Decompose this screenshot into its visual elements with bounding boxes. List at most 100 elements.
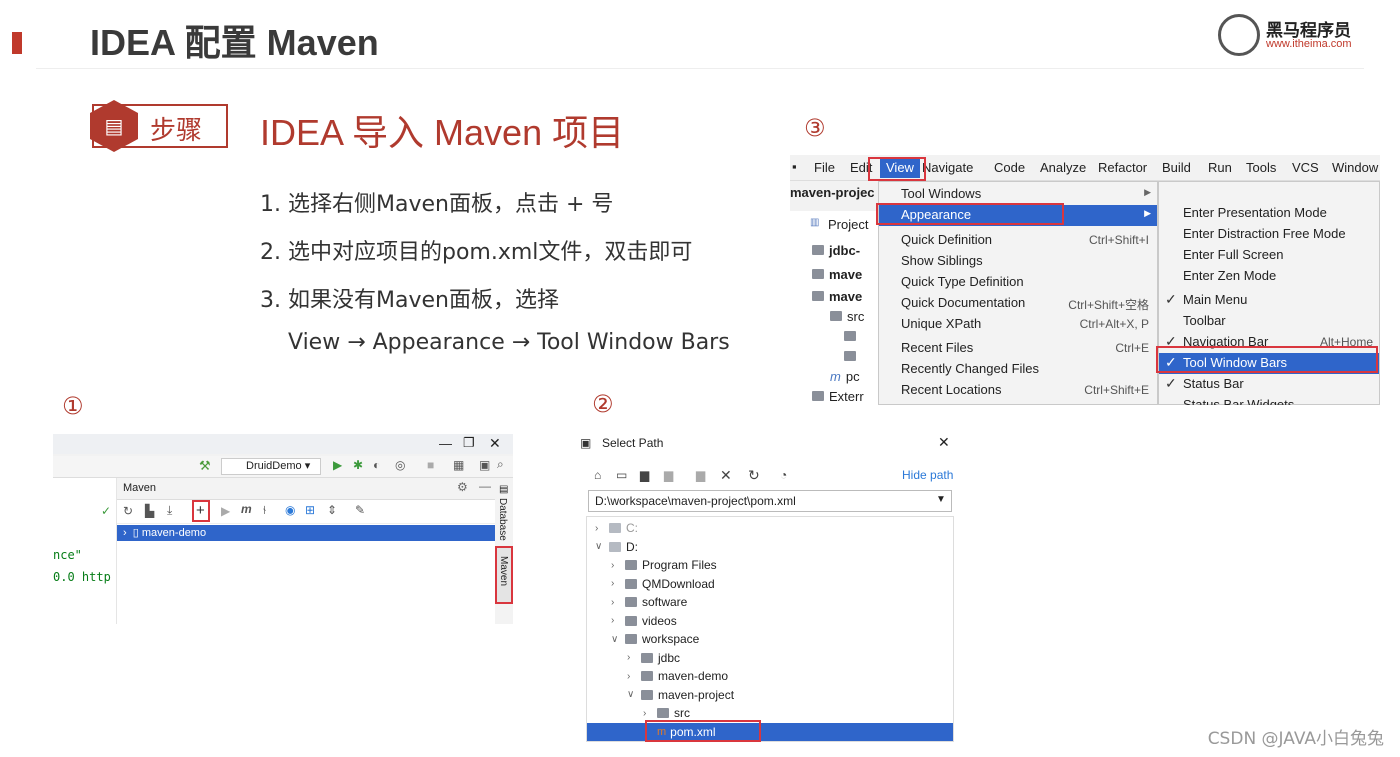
menu-analyze[interactable]: Analyze <box>1040 160 1086 175</box>
menu-vcs[interactable]: VCS <box>1292 160 1319 175</box>
hide-panel-icon[interactable]: — <box>479 479 491 493</box>
dialog-close-icon[interactable]: ✕ <box>938 434 950 451</box>
run-icon[interactable]: ▶ <box>333 458 342 472</box>
appearance-menu-item[interactable]: Toolbar <box>1159 311 1379 332</box>
project-tree-row[interactable]: m pc <box>830 369 860 384</box>
menu-navigate[interactable]: Navigate <box>922 160 973 175</box>
show-dependencies-icon[interactable]: ⊞ <box>305 503 315 517</box>
run-config-select[interactable]: DruidDemo ▾ <box>221 458 321 475</box>
view-menu-item[interactable]: Quick Documentation Ctrl+Shift+空格 <box>879 293 1157 314</box>
menu-tools[interactable]: Tools <box>1246 160 1276 175</box>
view-menu-item[interactable]: Quick Type Definition <box>879 272 1157 293</box>
search-icon[interactable]: ⌕ <box>497 457 504 472</box>
project-tree-row[interactable]: jdbc- <box>812 243 860 258</box>
path-dropdown-icon[interactable]: ▼ <box>936 494 946 505</box>
menu-window[interactable]: Window <box>1332 160 1378 175</box>
add-maven-project-icon[interactable]: + <box>196 502 205 519</box>
execute-goal-icon[interactable]: m <box>241 502 252 516</box>
project-tree-row[interactable]: mave <box>812 289 862 304</box>
maven-tab[interactable]: Maven <box>498 556 509 586</box>
project-tree-row[interactable]: Exterr <box>812 389 864 404</box>
menu-code[interactable]: Code <box>994 160 1025 175</box>
tree-row[interactable]: ∨ workspace <box>587 630 953 648</box>
chevron-right-icon[interactable]: › <box>611 597 625 608</box>
toggle-offline-icon[interactable]: ⫮ <box>263 503 266 518</box>
tree-row[interactable]: › QMDownload <box>587 575 953 593</box>
tree-row[interactable]: › software <box>587 593 953 611</box>
appearance-menu-item[interactable]: Enter Zen Mode <box>1159 266 1379 287</box>
maven-project-row[interactable]: › ▯ maven-demo <box>117 525 495 541</box>
project-tab[interactable]: Project <box>828 217 868 232</box>
tree-row[interactable]: ∨ maven-project <box>587 686 953 704</box>
reload-icon[interactable]: ↻ <box>123 504 133 518</box>
view-menu-item[interactable]: Tool Windows ▶ <box>879 184 1157 205</box>
view-menu-item[interactable]: Quick Definition Ctrl+Shift+I <box>879 230 1157 251</box>
debug-icon[interactable]: ✱ <box>353 458 363 472</box>
chevron-down-icon[interactable]: ∨ <box>595 541 609 552</box>
appearance-menu-item[interactable]: Enter Full Screen <box>1159 245 1379 266</box>
hide-path-link[interactable]: Hide path <box>902 468 953 482</box>
module-folder-icon[interactable]: ▆ <box>664 468 673 482</box>
coverage-icon[interactable]: ◐ <box>373 458 380 472</box>
chevron-right-icon[interactable]: › <box>611 578 625 589</box>
run-maven-icon[interactable]: ▶ <box>221 504 230 518</box>
appearance-menu-item[interactable]: ✓ Main Menu <box>1159 290 1379 311</box>
terminal-icon[interactable]: ▣ <box>479 458 490 472</box>
menu-refactor[interactable]: Refactor <box>1098 160 1147 175</box>
new-folder-icon[interactable]: ▆ <box>696 468 705 482</box>
appearance-menu-item[interactable]: Enter Presentation Mode <box>1159 203 1379 224</box>
tree-row[interactable]: › Program Files <box>587 556 953 574</box>
tree-row[interactable]: › maven-demo <box>587 667 953 685</box>
download-icon[interactable]: ⤓ <box>167 503 172 518</box>
path-input[interactable]: D:\workspace\maven-project\pom.xml <box>588 490 952 512</box>
menu-build[interactable]: Build <box>1162 160 1191 175</box>
project-folder-icon[interactable]: ▆ <box>640 468 649 482</box>
menu-run[interactable]: Run <box>1208 160 1232 175</box>
menu-file[interactable]: File <box>814 160 835 175</box>
tree-row[interactable]: m pom.xml <box>587 719 953 742</box>
chevron-right-icon[interactable]: › <box>595 523 609 534</box>
profile-icon[interactable]: ◎ <box>395 458 405 472</box>
chevron-down-icon[interactable]: ∨ <box>627 689 641 700</box>
tree-row[interactable]: › C: <box>587 519 953 537</box>
chevron-down-icon[interactable]: ∨ <box>611 634 625 645</box>
view-menu-item[interactable]: Recent Files Ctrl+E <box>879 338 1157 359</box>
skip-tests-icon[interactable]: ◉ <box>285 503 295 517</box>
chevron-right-icon[interactable]: › <box>643 708 657 719</box>
desktop-icon[interactable]: ▭ <box>616 468 627 482</box>
delete-icon[interactable]: ✕ <box>720 467 732 484</box>
tree-row[interactable]: › jdbc <box>587 649 953 667</box>
refresh-icon[interactable]: ↻ <box>748 467 760 484</box>
chevron-right-icon[interactable]: › <box>627 652 641 663</box>
appearance-menu-item[interactable]: Enter Distraction Free Mode <box>1159 224 1379 245</box>
project-tree-row[interactable] <box>844 329 861 344</box>
chevron-right-icon[interactable]: › <box>611 560 625 571</box>
chevron-right-icon[interactable]: › <box>611 615 625 626</box>
project-tree-row[interactable]: mave <box>812 267 862 282</box>
stop-icon[interactable]: ■ <box>427 458 434 472</box>
project-tree-row[interactable] <box>844 349 861 364</box>
restore-icon[interactable]: ❐ <box>463 435 475 451</box>
show-hidden-icon[interactable]: ◔ <box>780 468 787 482</box>
view-menu-item[interactable]: Unique XPath Ctrl+Alt+X, P <box>879 314 1157 335</box>
close-icon[interactable]: ✕ <box>489 435 501 452</box>
tree-row[interactable]: › src <box>587 704 953 722</box>
generate-sources-icon[interactable]: ▙ <box>145 504 154 518</box>
collapse-all-icon[interactable]: ⇕ <box>327 503 337 517</box>
appearance-menu-item[interactable]: Status Bar Widgets <box>1159 395 1379 405</box>
appearance-menu-item[interactable]: ✓ Status Bar <box>1159 374 1379 395</box>
database-tab[interactable]: Database <box>497 498 508 541</box>
minimize-icon[interactable]: — <box>439 436 452 451</box>
view-menu-item[interactable]: Recently Changed Files <box>879 359 1157 380</box>
tree-row[interactable]: ∨ D: <box>587 538 953 556</box>
gear-icon[interactable]: ⚙ <box>457 480 468 494</box>
view-menu-item[interactable]: Show Siblings <box>879 251 1157 272</box>
view-menu-item[interactable]: Recent Locations Ctrl+Shift+E <box>879 380 1157 401</box>
project-tree-row[interactable]: src <box>830 309 864 324</box>
tree-row[interactable]: › videos <box>587 612 953 630</box>
wrench-icon[interactable]: ✎ <box>355 503 365 517</box>
hammer-icon[interactable]: ⚒ <box>199 458 211 474</box>
chevron-right-icon[interactable]: › <box>627 671 641 682</box>
project-structure-icon[interactable]: ▦ <box>453 458 464 472</box>
home-icon[interactable]: ⌂ <box>594 468 601 482</box>
